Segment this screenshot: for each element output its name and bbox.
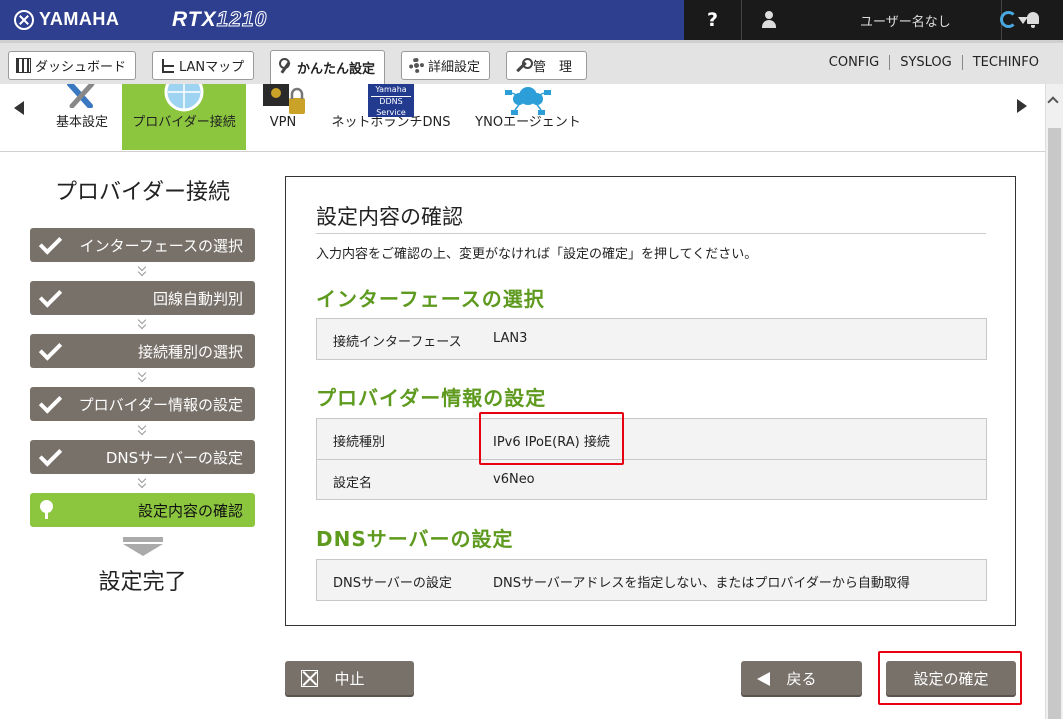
cancel-button[interactable]: 中止 [285, 661, 414, 695]
check-icon [38, 337, 63, 361]
double-chevron-down-icon [136, 370, 149, 383]
carousel-next-icon[interactable] [1017, 99, 1027, 113]
panel-description: 入力内容をご確認の上、変更がなければ「設定の確定」を押してください。 [316, 247, 758, 262]
function-netvolante-dns[interactable]: Yamaha DDNS Service ネットボランチDNS [330, 84, 452, 146]
wizard-step-dns-server: DNSサーバーの設定 [30, 440, 255, 474]
help-button[interactable]: ? [684, 0, 742, 40]
gear-icon [409, 58, 424, 73]
dashboard-icon [16, 58, 31, 73]
function-carousel: 基本設定 プロバイダー接続 VPN Yamaha DDNS Service ネッ… [0, 84, 1045, 152]
function-vpn[interactable]: VPN [258, 84, 308, 146]
cloud-network-icon [505, 87, 551, 115]
check-icon [38, 443, 63, 467]
double-chevron-down-icon [136, 476, 149, 489]
loading-spinner-icon [1000, 11, 1017, 28]
wizard-step-connection-type: 接続種別の選択 [30, 334, 255, 368]
user-icon [762, 11, 776, 29]
syslog-link[interactable]: SYSLOG [889, 55, 962, 70]
table-row: 設定名 v6Neo [317, 459, 986, 499]
provider-table: 接続種別 IPv6 IPoE(RA) 接続 設定名 v6Neo [316, 418, 987, 500]
utility-links: CONFIG SYSLOG TECHINFO [819, 55, 1049, 70]
arrow-left-icon [757, 672, 770, 686]
vpn-lock-icon [263, 84, 305, 114]
wizard-step-provider-info: プロバイダー情報の設定 [30, 387, 255, 421]
page-title: 設定内容の確認 [316, 205, 463, 229]
header-tools: ? ユーザー名なし [684, 0, 1063, 40]
table-row: DNSサーバーの設定 DNSサーバーアドレスを指定しない、またはプロバイダーから自… [333, 576, 910, 591]
main-menu: ダッシュボード LANマップ かんたん設定 詳細設定 管 理 CONFIG SY… [0, 40, 1063, 88]
wrench-icon [514, 58, 533, 73]
table-row: 接続インターフェース LAN3 [333, 331, 528, 350]
carousel-prev-icon[interactable] [14, 101, 24, 115]
highlight-box [878, 651, 1022, 705]
model-name: RTX1210 [172, 8, 268, 32]
close-icon [301, 670, 318, 687]
vertical-scrollbar[interactable] [1045, 84, 1063, 719]
table-row: 接続種別 IPv6 IPoE(RA) 接続 [333, 435, 610, 450]
user-name: ユーザー名なし [860, 15, 951, 30]
highlight-box [479, 412, 624, 465]
ddns-icon: Yamaha DDNS Service [368, 84, 414, 117]
user-menu[interactable]: ユーザー名なし [742, 0, 1028, 40]
section-heading-dns: DNSサーバーの設定 [316, 527, 514, 551]
pin-icon [40, 500, 53, 519]
check-icon [38, 231, 63, 255]
scroll-thumb[interactable] [1048, 128, 1061, 719]
wizard-step-confirm: 設定内容の確認 [30, 493, 255, 527]
tab-easy-setup[interactable]: かんたん設定 [270, 50, 386, 88]
check-icon [38, 390, 63, 414]
wizard-step-interface: インターフェースの選択 [30, 228, 255, 262]
bell-icon [1026, 12, 1040, 28]
magic-wand-icon [278, 58, 293, 73]
tools-icon [67, 84, 95, 108]
tab-advanced-settings[interactable]: 詳細設定 [401, 51, 491, 80]
double-chevron-down-icon [136, 317, 149, 330]
function-yno-agent[interactable]: YNOエージェント [472, 84, 584, 146]
tab-dashboard[interactable]: ダッシュボード [8, 51, 137, 80]
function-provider-connection[interactable]: プロバイダー接続 [122, 84, 246, 150]
check-icon [38, 284, 63, 308]
config-link[interactable]: CONFIG [819, 55, 889, 70]
double-chevron-down-icon [136, 423, 149, 436]
interface-table: 接続インターフェース LAN3 [316, 318, 987, 360]
globe-icon [164, 84, 204, 112]
yamaha-logo: YAMAHA [14, 9, 119, 30]
lan-map-icon [160, 58, 175, 73]
divider [316, 233, 986, 234]
function-basic-settings[interactable]: 基本設定 [50, 84, 114, 146]
wizard-title: プロバイダー接続 [54, 180, 231, 205]
dns-table: DNSサーバーの設定 DNSサーバーアドレスを指定しない、またはプロバイダーから自… [316, 559, 987, 601]
double-chevron-down-icon [136, 264, 149, 277]
top-header: YAMAHA RTX1210 ? ユーザー名なし [0, 0, 1063, 40]
back-button[interactable]: 戻る [741, 661, 862, 695]
confirm-panel: 設定内容の確認 入力内容をご確認の上、変更がなければ「設定の確定」を押してくださ… [285, 176, 1016, 626]
arrow-down-icon [123, 537, 163, 559]
section-heading-interface: インターフェースの選択 [316, 287, 545, 311]
techinfo-link[interactable]: TECHINFO [961, 55, 1049, 70]
wizard-step-line-detection: 回線自動判別 [30, 281, 255, 315]
tab-lan-map[interactable]: LANマップ [152, 51, 255, 80]
tab-management[interactable]: 管 理 [506, 51, 587, 80]
wizard-final-step: 設定完了 [98, 570, 187, 595]
scroll-up-icon[interactable] [1047, 96, 1059, 108]
section-heading-provider: プロバイダー情報の設定 [316, 386, 547, 410]
tuning-fork-icon [14, 9, 34, 30]
